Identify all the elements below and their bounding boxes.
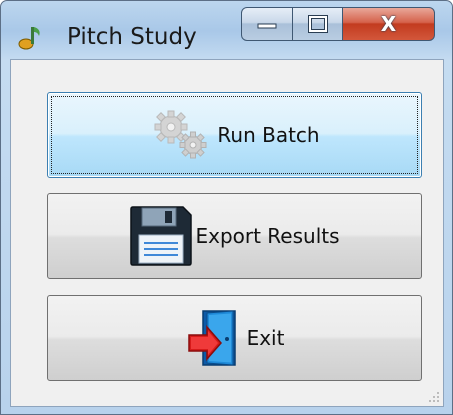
music-note-icon (18, 27, 40, 50)
client-area: Run Batch Export Results Exit (10, 59, 444, 407)
caption-buttons: X (241, 7, 435, 41)
close-icon: X (380, 12, 397, 36)
window-title: Pitch Study (67, 24, 197, 50)
gears-icon (154, 110, 207, 159)
export-results-label: Export Results (195, 224, 340, 248)
floppy-disk-icon (130, 206, 193, 266)
exit-label: Exit (246, 326, 285, 350)
run-batch-label: Run Batch (217, 123, 320, 147)
run-batch-button[interactable]: Run Batch (47, 92, 422, 178)
maximize-icon (307, 15, 328, 33)
resize-grip-icon[interactable] (428, 391, 440, 403)
exit-door-icon (187, 310, 236, 366)
exit-button[interactable]: Exit (47, 295, 422, 381)
close-button[interactable]: X (343, 7, 435, 41)
export-results-button[interactable]: Export Results (47, 193, 422, 279)
minimize-button[interactable] (241, 7, 293, 41)
minimize-icon (257, 23, 277, 29)
title-bar[interactable]: Pitch Study X (1, 1, 452, 59)
maximize-button[interactable] (293, 7, 343, 41)
app-window: Pitch Study X Run Batch Export Results E… (0, 0, 453, 415)
